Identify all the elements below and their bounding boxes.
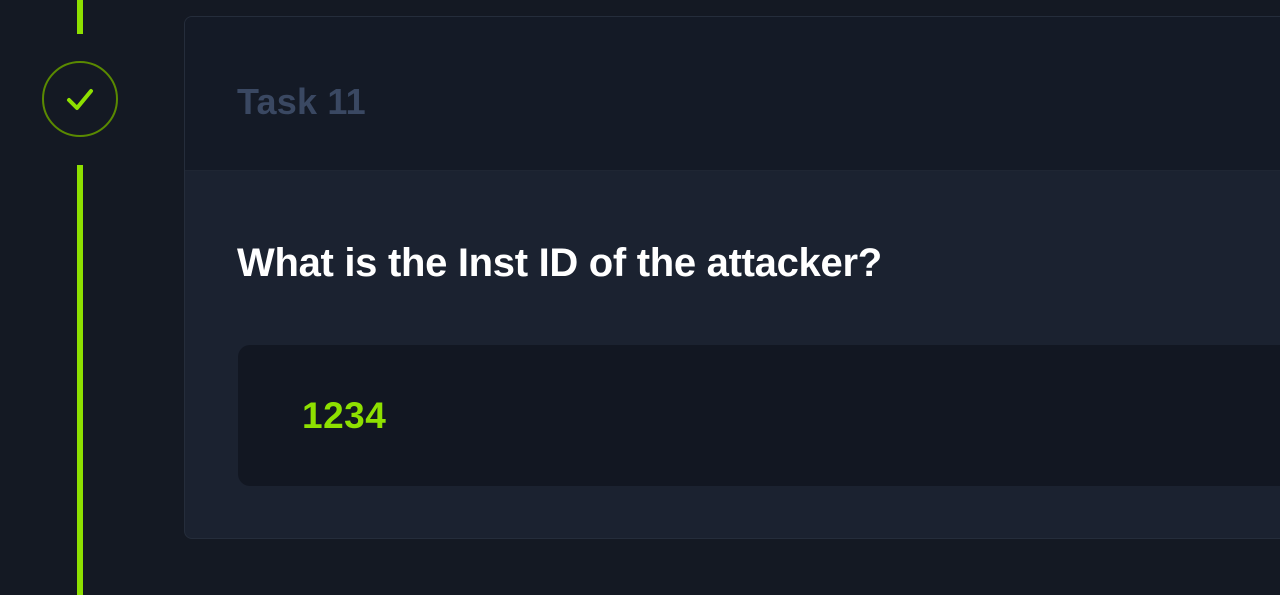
timeline-rail-top xyxy=(77,0,83,34)
check-icon xyxy=(67,89,93,110)
task-title: Task 11 xyxy=(237,81,366,122)
task-card: Task 11 What is the Inst ID of the attac… xyxy=(184,16,1280,539)
task-page: Task 11 What is the Inst ID of the attac… xyxy=(0,0,1280,595)
completed-status-badge xyxy=(42,61,118,137)
task-question: What is the Inst ID of the attacker? xyxy=(237,241,882,285)
task-card-header[interactable]: Task 11 xyxy=(185,17,1280,171)
timeline-rail-bottom xyxy=(77,165,83,595)
answer-field[interactable]: 1234 xyxy=(238,345,1280,486)
answer-value: 1234 xyxy=(302,395,387,436)
